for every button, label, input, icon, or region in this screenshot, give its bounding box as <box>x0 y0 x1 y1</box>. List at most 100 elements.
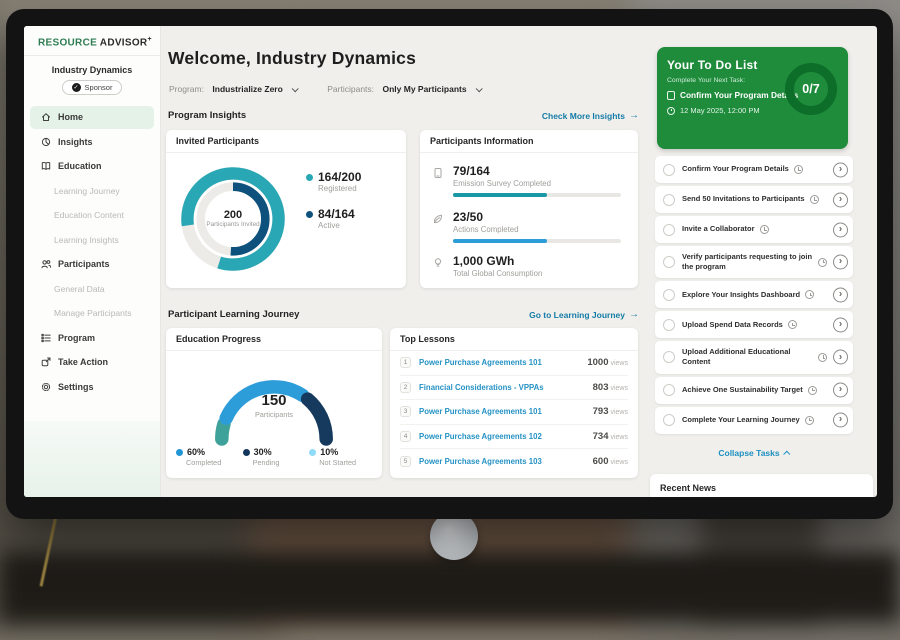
sidebar-item-settings[interactable]: Settings <box>24 375 160 400</box>
lesson-link[interactable]: Financial Considerations - VPPAs <box>419 383 544 392</box>
checkbox[interactable] <box>663 256 675 268</box>
go-to-learning-journey-link[interactable]: Go to Learning Journey <box>529 309 639 320</box>
legend-dot <box>176 449 183 456</box>
gauge-center-value: 150 <box>180 392 368 409</box>
clock-icon <box>794 165 803 174</box>
stat-consumption: 1,000 GWh Total Global Consumption <box>432 254 624 278</box>
todo-item[interactable]: Invite a Collaborator <box>655 216 853 243</box>
clock-icon <box>808 386 817 395</box>
todo-item[interactable]: Explore Your Insights Dashboard <box>655 281 853 308</box>
legend-value: 10% <box>320 447 338 457</box>
sidebar-item-label: General Data <box>54 284 105 294</box>
todo-item-label: Achieve One Sustainability Target <box>682 385 803 395</box>
invited-participants-card: Invited Participants 200 Participants In… <box>166 130 406 288</box>
progress-fill <box>453 239 547 243</box>
clock-icon <box>818 258 827 267</box>
stat-label: Emission Survey Completed <box>453 179 621 188</box>
sidebar-item-manage-participants[interactable]: Manage Participants <box>24 301 160 326</box>
stat-actions-completed: 23/50 Actions Completed <box>432 210 624 243</box>
sidebar-item-label: Education <box>58 161 102 171</box>
survey-icon <box>432 167 444 179</box>
todo-item[interactable]: Upload Spend Data Records <box>655 311 853 338</box>
chevron-right-icon[interactable] <box>833 192 848 207</box>
checkbox[interactable] <box>663 194 675 206</box>
lesson-link[interactable]: Power Purchase Agreements 101 <box>419 407 542 416</box>
check-more-insights-link[interactable]: Check More Insights <box>542 110 639 121</box>
sidebar-footer <box>24 421 160 497</box>
lesson-rank: 5 <box>400 456 411 467</box>
checkbox[interactable] <box>663 384 675 396</box>
sponsor-label: Sponsor <box>85 83 113 92</box>
stat-value: 79/164 <box>453 164 621 178</box>
todo-item-label: Upload Additional Educational Content <box>682 347 813 367</box>
lesson-link[interactable]: Power Purchase Agreements 102 <box>419 432 542 441</box>
lesson-rank: 4 <box>400 431 411 442</box>
checkbox[interactable] <box>663 164 675 176</box>
todo-item-label: Complete Your Learning Journey <box>682 415 800 425</box>
chevron-right-icon[interactable] <box>833 222 848 237</box>
todo-item[interactable]: Send 50 Invitations to Participants <box>655 186 853 213</box>
todo-progress-value: 0/7 <box>802 82 819 96</box>
todo-item[interactable]: Achieve One Sustainability Target <box>655 377 853 404</box>
sidebar-item-take-action[interactable]: Take Action <box>24 350 160 375</box>
legend-value: 164/200 <box>318 170 361 184</box>
todo-item[interactable]: Upload Additional Educational Content <box>655 341 853 373</box>
lesson-views: 803views <box>593 382 628 393</box>
sponsor-badge[interactable]: Sponsor <box>62 80 123 95</box>
lesson-link[interactable]: Power Purchase Agreements 101 <box>419 358 542 367</box>
chevron-right-icon[interactable] <box>833 350 848 365</box>
arrow-right-icon <box>629 309 639 320</box>
program-filter[interactable]: Program: Industrialize Zero <box>169 79 297 97</box>
sidebar-item-general-data[interactable]: General Data <box>24 277 160 302</box>
legend-item-active: 84/164 Active <box>306 207 361 230</box>
card-title: Top Lessons <box>390 328 638 351</box>
logo-plus: + <box>147 36 151 43</box>
lesson-row: 5 Power Purchase Agreements 103 600views <box>400 449 628 474</box>
chevron-right-icon[interactable] <box>833 383 848 398</box>
chevron-right-icon[interactable] <box>833 317 848 332</box>
page-title: Welcome, Industry Dynamics <box>168 48 416 69</box>
sidebar-item-learning-journey[interactable]: Learning Journey <box>24 179 160 204</box>
sidebar-item-education-content[interactable]: Education Content <box>24 203 160 228</box>
stat-label: Actions Completed <box>453 225 621 234</box>
lesson-link[interactable]: Power Purchase Agreements 103 <box>419 457 542 466</box>
todo-item[interactable]: Confirm Your Program Details <box>655 156 853 183</box>
clipboard-icon <box>667 91 675 100</box>
checkbox[interactable] <box>663 351 675 363</box>
participants-information-card: Participants Information 79/164 Emission… <box>420 130 638 288</box>
sidebar-item-home[interactable]: Home <box>30 106 154 129</box>
todo-next-task-label: Confirm Your Program Details <box>680 90 798 100</box>
checkbox[interactable] <box>663 289 675 301</box>
sidebar-item-education[interactable]: Education <box>24 154 160 179</box>
donut-center: 200 Participants Invited <box>176 162 290 276</box>
link-label: Go to Learning Journey <box>529 310 625 320</box>
take-action-icon <box>41 357 51 367</box>
lesson-row: 1 Power Purchase Agreements 101 1000view… <box>400 351 628 376</box>
chevron-right-icon[interactable] <box>833 287 848 302</box>
checkbox[interactable] <box>663 319 675 331</box>
program-insights-header: Program Insights Check More Insights <box>168 110 639 121</box>
lesson-row: 2 Financial Considerations - VPPAs 803vi… <box>400 376 628 401</box>
checkbox[interactable] <box>663 414 675 426</box>
checkbox[interactable] <box>663 224 675 236</box>
sidebar-item-program[interactable]: Program <box>24 326 160 351</box>
logo-primary: RESOURCE <box>38 37 97 48</box>
donut-legend: 164/200 Registered 84/164 Active <box>306 170 361 244</box>
card-title: Invited Participants <box>166 130 406 153</box>
dashboard-screen: RESOURCE ADVISOR+ Industry Dynamics Spon… <box>24 26 877 497</box>
section-title: Program Insights <box>168 110 246 121</box>
sidebar-item-participants[interactable]: Participants <box>24 252 160 277</box>
sidebar-item-label: Learning Journey <box>54 186 120 196</box>
sidebar-item-insights[interactable]: Insights <box>24 130 160 155</box>
chevron-right-icon[interactable] <box>833 162 848 177</box>
filters-row: Program: Industrialize Zero Participants… <box>169 79 481 97</box>
sidebar-item-learning-insights[interactable]: Learning Insights <box>24 228 160 253</box>
todo-item[interactable]: Complete Your Learning Journey <box>655 407 853 434</box>
chevron-right-icon[interactable] <box>833 413 848 428</box>
participants-filter[interactable]: Participants: Only My Participants <box>327 79 481 97</box>
chevron-right-icon[interactable] <box>833 255 848 270</box>
collapse-tasks-link[interactable]: Collapse Tasks <box>648 448 860 458</box>
sidebar-item-label: Learning Insights <box>54 235 119 245</box>
todo-item[interactable]: Verify participants requesting to join t… <box>655 246 853 278</box>
sidebar-item-label: Home <box>58 112 83 122</box>
